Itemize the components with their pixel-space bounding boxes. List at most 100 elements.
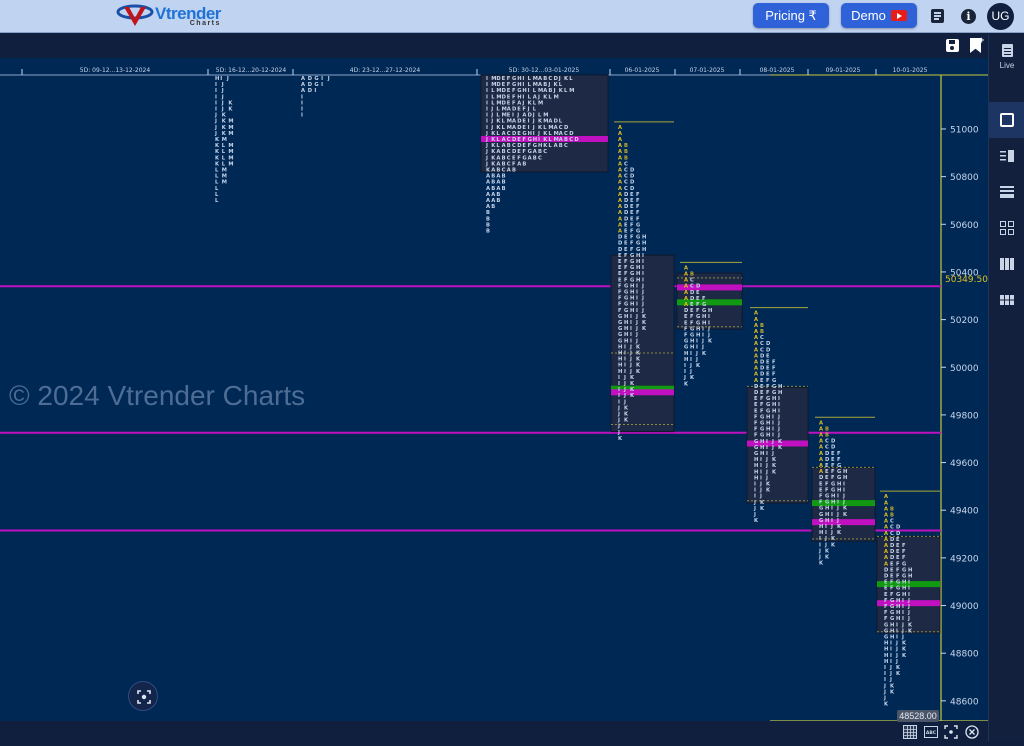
profile-letter: I (690, 351, 692, 357)
profile-letter: F (636, 216, 640, 222)
profile-letter: K (819, 561, 824, 567)
y-tick-label: 50800 (950, 173, 979, 183)
bookmark-plus-icon: + (979, 35, 985, 45)
profile-letter: G (696, 320, 700, 326)
profile-letter: J (818, 554, 821, 560)
rows-layout-icon (1000, 186, 1014, 198)
profile-letter: J (532, 113, 535, 119)
profile-letter: J (327, 76, 330, 82)
layout-single-button[interactable] (989, 102, 1024, 138)
profile-letter: A (618, 229, 622, 235)
profile-letter: J (485, 155, 488, 161)
profile-letter: H (766, 433, 770, 439)
period-label: 07-01-2025 (690, 67, 725, 74)
profile-letter: E (884, 580, 888, 586)
profile-letter: G (772, 384, 776, 390)
profile-letter: F (754, 427, 758, 433)
layout-grid6-button[interactable] (989, 282, 1024, 318)
profile-letter: G (766, 396, 770, 402)
profile-letter: H (642, 247, 646, 253)
profile-letter: F (630, 235, 634, 241)
profile-letter: G (825, 493, 829, 499)
profile-letter: F (512, 94, 516, 100)
profile-letter: J (629, 351, 632, 357)
profile-letter: J (532, 119, 535, 125)
profile-letter: H (538, 143, 542, 149)
profile-letter: J (707, 326, 710, 332)
profile-letter: I (760, 469, 762, 475)
profile-letter: H (533, 137, 537, 143)
layout-split-button[interactable] (989, 138, 1024, 174)
pricing-button[interactable]: Pricing ₹ (753, 3, 829, 28)
profile-letter: G (528, 149, 532, 155)
profile-letter: A (517, 161, 521, 167)
live-button[interactable]: Live (989, 42, 1024, 70)
profile-letter: C (825, 445, 829, 451)
avatar[interactable]: UG (987, 3, 1014, 30)
profile-letter: J (753, 512, 756, 518)
profile-letter: K (708, 339, 713, 345)
profile-letter: K (902, 647, 907, 653)
profile-letter: F (507, 76, 511, 82)
profile-letter: F (772, 372, 776, 378)
profile-letter: I (837, 500, 839, 506)
demo-button[interactable]: Demo (841, 3, 917, 28)
profile-letter: G (684, 339, 688, 345)
profile-letter: A (618, 137, 622, 143)
profile-letter: B (890, 512, 894, 518)
profile-letter: A (618, 210, 622, 216)
profile-letter: I (624, 344, 626, 350)
save-icon[interactable] (946, 39, 959, 52)
profile-letter: I (766, 451, 768, 457)
y-tick-label: 50200 (950, 316, 979, 326)
grid-toggle-icon[interactable] (903, 725, 917, 739)
profile-letter: D (630, 186, 635, 192)
profile-letter: E (825, 463, 829, 469)
profile-letter: I (624, 351, 626, 357)
focus-center-icon[interactable] (944, 725, 958, 739)
profile-letter: G (696, 314, 700, 320)
profile-letter: I (754, 488, 756, 494)
profile-letter: I (636, 308, 638, 314)
profile-letter: D (618, 241, 623, 247)
logo[interactable]: Vtrender Charts (116, 2, 221, 32)
close-circle-icon[interactable] (965, 725, 979, 739)
profile-letter: E (754, 402, 758, 408)
layout-rows-button[interactable] (989, 174, 1024, 210)
profile-letter: A (754, 323, 758, 329)
profile-letter: D (760, 353, 765, 359)
profile-letter: D (825, 451, 830, 457)
profile-letter: E (517, 149, 521, 155)
recenter-button[interactable] (128, 681, 158, 711)
layout-columns-button[interactable] (989, 246, 1024, 282)
profile-letter: K (896, 671, 901, 677)
profile-letter: A (491, 198, 495, 204)
profile-letter: B (502, 149, 506, 155)
profile-letter: A (884, 531, 888, 537)
profile-letter: J (777, 427, 780, 433)
profile-letter: G (890, 616, 894, 622)
profile-letter: I (630, 320, 632, 326)
profile-letter: K (215, 143, 220, 149)
profile-letter: K (222, 131, 227, 137)
profile-letter: M (228, 131, 233, 137)
profile-letter: D (890, 549, 895, 555)
profile-letter: I (642, 259, 644, 265)
profile-letter: G (630, 253, 634, 259)
profile-letter: I (618, 381, 620, 387)
layout-grid-button[interactable] (989, 210, 1024, 246)
profile-letter: D (825, 457, 830, 463)
profile-letter: H (618, 369, 622, 375)
profile-letter: J (889, 671, 892, 677)
profile-letter: D (618, 247, 623, 253)
profile-letter: J (527, 107, 530, 113)
profile-letter: G (819, 518, 823, 524)
profile-letter: J (635, 338, 638, 344)
profile-letter: I (772, 433, 774, 439)
info-icon[interactable]: i (961, 9, 976, 24)
abc-toggle-icon[interactable]: ABC (924, 725, 938, 739)
notes-icon[interactable] (931, 9, 944, 23)
profile-letter: A (754, 378, 758, 384)
profile-letter: A (819, 420, 823, 426)
profile-letter: G (517, 88, 521, 94)
